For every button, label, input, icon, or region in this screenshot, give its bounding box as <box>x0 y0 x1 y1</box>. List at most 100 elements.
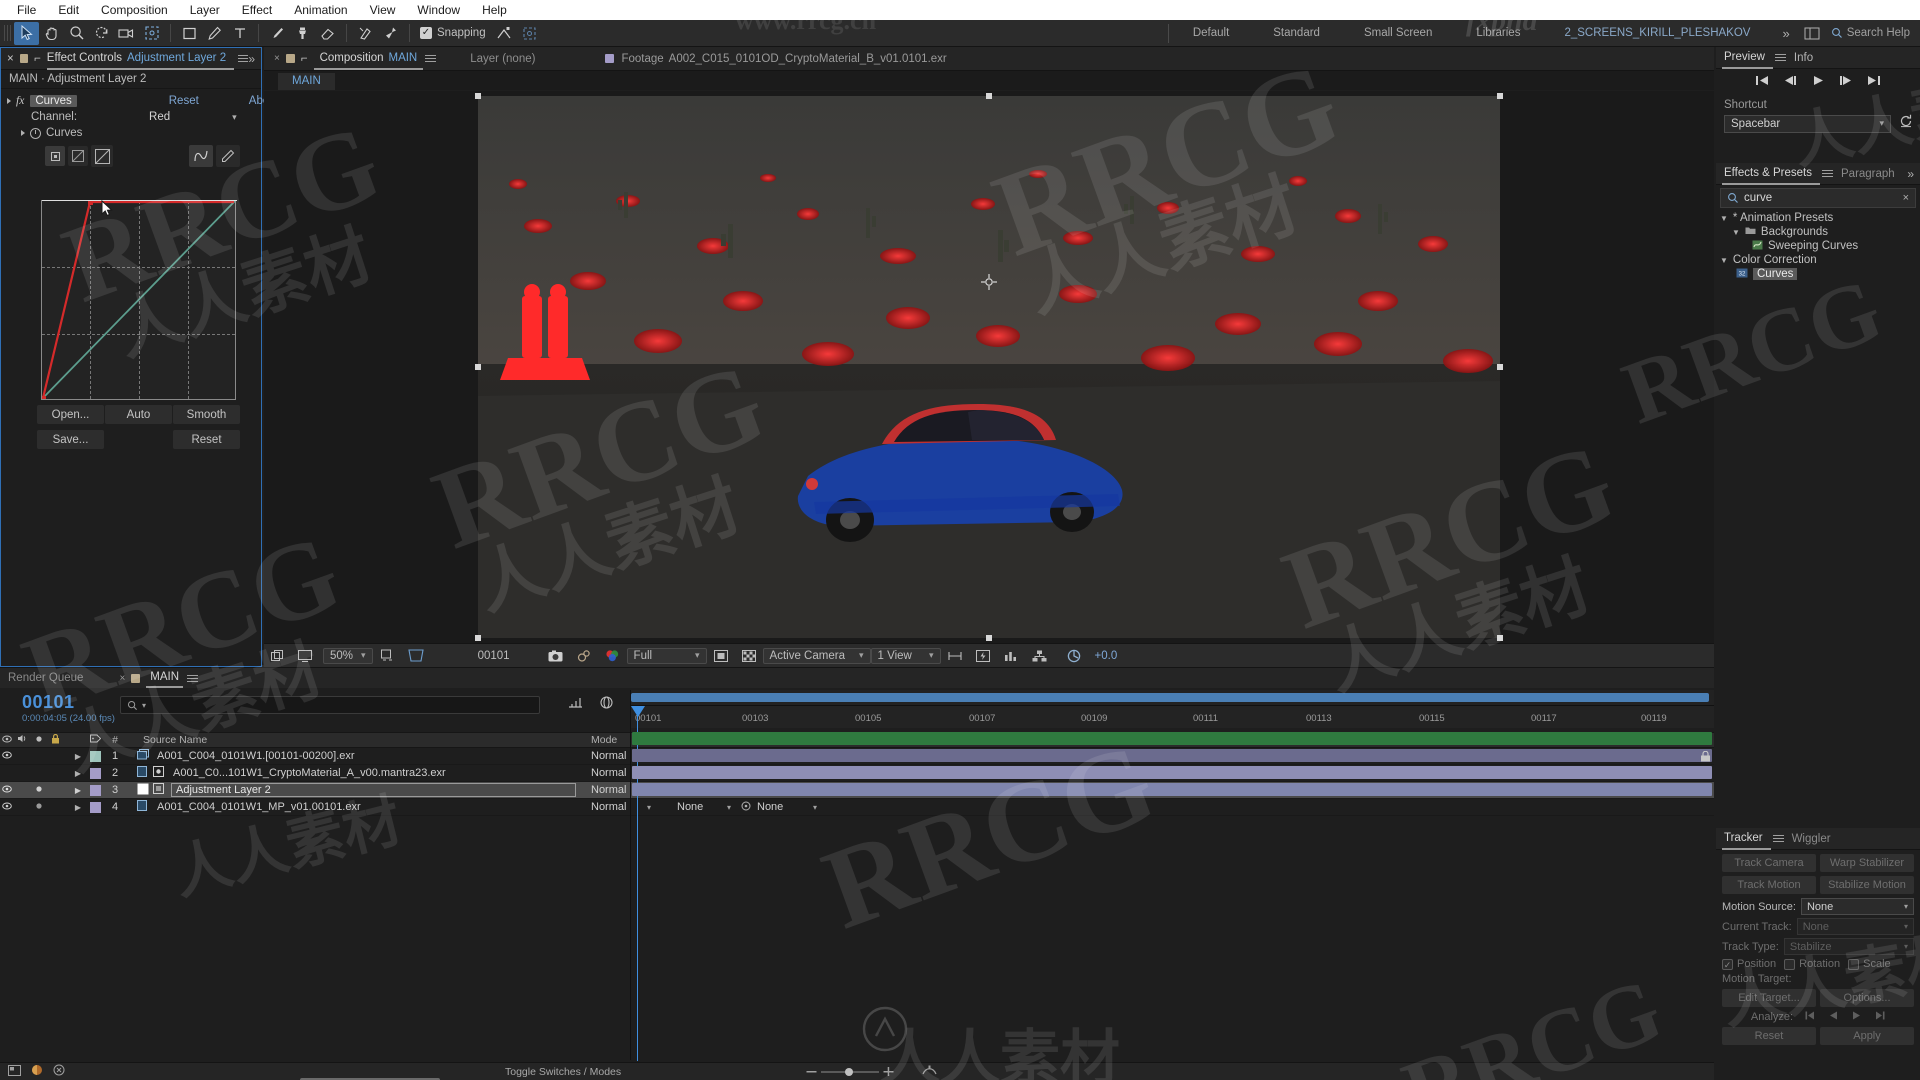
draft-3d-icon[interactable] <box>599 696 614 714</box>
timeline-search-input[interactable]: ▾ <box>120 696 540 714</box>
curves-save-button[interactable]: Save... <box>37 430 104 449</box>
layer-label-color[interactable] <box>85 784 105 796</box>
layer-visibility-toggle[interactable] <box>0 801 14 813</box>
curves-group-row[interactable]: Curves <box>1 125 261 141</box>
menu-item-layer[interactable]: Layer <box>179 0 231 20</box>
effect-controls-menu-icon[interactable] <box>238 53 249 64</box>
play-icon[interactable] <box>1811 73 1825 91</box>
tab-effects-presets[interactable]: Effects & Presets <box>1722 163 1820 185</box>
zoom-level-select[interactable]: 50% ▾ <box>323 647 373 664</box>
workspace-small-screen[interactable]: Small Screen <box>1342 20 1454 47</box>
pen-tool-icon[interactable] <box>202 22 227 45</box>
chevron-down-icon[interactable]: ▼ <box>1732 228 1740 237</box>
layer-name-input-wrap[interactable]: Adjustment Layer 2 <box>169 783 587 797</box>
tab-footage-label[interactable]: Footage <box>621 53 663 65</box>
toggle-switches-modes-button[interactable]: Toggle Switches / Modes <box>505 1066 621 1078</box>
warp-stabilizer-button[interactable]: Warp Stabilizer <box>1820 854 1914 872</box>
effects-presets-overflow-icon[interactable]: » <box>1907 167 1914 181</box>
curve-draw-tool-icon[interactable] <box>189 145 213 167</box>
layer-bar-3[interactable] <box>632 766 1712 779</box>
timeline-menu-icon[interactable] <box>187 673 199 684</box>
motion-source-select[interactable]: None ▾ <box>1800 898 1914 915</box>
edit-target-button[interactable]: Edit Target... <box>1722 989 1816 1007</box>
layer-solo-toggle[interactable] <box>31 784 47 796</box>
composition-canvas[interactable] <box>475 93 1503 641</box>
layer-parent-pickwhip[interactable] <box>739 801 753 814</box>
views-select[interactable]: 1 View ▾ <box>870 647 941 664</box>
preview-menu-icon[interactable] <box>1774 52 1786 63</box>
curves-reset-button[interactable]: Reset <box>173 430 240 449</box>
composition-menu-icon[interactable] <box>425 53 437 64</box>
stabilize-motion-button[interactable]: Stabilize Motion <box>1820 876 1914 894</box>
tab-info[interactable]: Info <box>1786 47 1821 69</box>
current-track-select[interactable]: None ▾ <box>1796 918 1914 935</box>
selection-handle-br[interactable] <box>1497 635 1503 641</box>
layer-label-color[interactable] <box>85 750 105 762</box>
viewer-tab-main[interactable]: MAIN <box>278 73 335 90</box>
lock-icon[interactable]: ⌐ <box>34 53 41 65</box>
table-row[interactable]: ▶ 4 A001_C004_0101W1_MP_v01.00101.exr No… <box>0 799 1714 816</box>
effect-name[interactable]: Curves <box>30 95 77 107</box>
playhead-marker[interactable] <box>631 706 645 717</box>
timeline-zoom-slider[interactable] <box>806 1067 894 1076</box>
layer-source-name[interactable]: A001_C004_0101W1.[00101-00200].exr <box>153 750 587 762</box>
clear-search-icon[interactable]: × <box>1903 192 1909 204</box>
new-composition-icon[interactable] <box>8 1064 21 1079</box>
composition-stage[interactable] <box>264 91 1714 643</box>
fast-preview-icon[interactable] <box>969 649 997 662</box>
channel-row[interactable]: Channel: Red ▾ <box>1 109 261 125</box>
stopwatch-icon[interactable] <box>30 127 41 139</box>
pixel-aspect-icon[interactable] <box>941 650 969 662</box>
delete-layer-icon[interactable] <box>53 1064 65 1079</box>
comp-lock-icon[interactable]: ⌐ <box>301 53 308 65</box>
exposure-reset-icon[interactable] <box>1060 649 1088 663</box>
roto-brush-tool-icon[interactable] <box>353 22 378 45</box>
fit-comp-icon[interactable] <box>373 649 401 662</box>
reset-shortcut-icon[interactable] <box>1899 114 1913 133</box>
selection-handle-bm[interactable] <box>986 635 992 641</box>
rotation-tool-icon[interactable] <box>89 22 114 45</box>
tab-preview[interactable]: Preview <box>1722 47 1773 69</box>
rotation-checkbox[interactable] <box>1784 958 1796 970</box>
search-help[interactable]: Search Help <box>1825 27 1920 39</box>
snapping-checkbox[interactable]: ✓ <box>420 27 432 39</box>
layer-bar-4[interactable] <box>632 783 1712 796</box>
tracker-apply-button[interactable]: Apply <box>1820 1027 1914 1045</box>
pan-behind-tool-icon[interactable] <box>139 22 164 45</box>
tab-composition[interactable]: Composition MAIN <box>313 48 424 70</box>
timeline-close-icon[interactable]: × <box>119 673 125 684</box>
menu-item-edit[interactable]: Edit <box>47 0 90 20</box>
panel-overflow-icon[interactable]: » <box>248 52 255 66</box>
comp-renderer-icon[interactable] <box>922 1065 937 1078</box>
layer-bar-2[interactable] <box>632 749 1712 762</box>
effect-header-row[interactable]: fx Curves Reset About <box>1 93 279 109</box>
tab-main-comp[interactable]: MAIN <box>146 668 184 688</box>
current-timecode[interactable]: 00101 <box>22 692 120 713</box>
snapping-grid-icon[interactable] <box>517 22 542 45</box>
tree-item-color-correction[interactable]: ▼ Color Correction <box>1716 253 1920 267</box>
curve-pencil-draw-icon[interactable] <box>216 145 240 167</box>
curves-disclosure-triangle-icon[interactable] <box>21 130 25 136</box>
tab-layer[interactable]: Layer (none) <box>470 53 535 65</box>
workspace-libraries[interactable]: Libraries <box>1454 20 1542 47</box>
timeline-ruler[interactable]: 00101 00103 00105 00107 00109 00111 0011… <box>631 706 1714 728</box>
track-motion-button[interactable]: Track Motion <box>1722 876 1816 894</box>
column-number-header[interactable]: # <box>105 734 125 746</box>
workspace-custom[interactable]: 2_SCREENS_KIRILL_PLESHAKOV <box>1542 20 1772 47</box>
menu-item-effect[interactable]: Effect <box>231 0 283 20</box>
layer-visibility-toggle[interactable] <box>0 784 14 796</box>
tab-effect-controls[interactable]: Effect Controls Adjustment Layer 2 <box>46 48 235 70</box>
selection-handle-bl[interactable] <box>475 635 481 641</box>
layer-expand-icon[interactable]: ▶ <box>63 752 85 761</box>
curves-graph[interactable] <box>41 200 237 400</box>
tab-render-queue[interactable]: Render Queue <box>8 672 83 684</box>
snapshot-icon[interactable] <box>541 650 570 662</box>
toggle-mask-icon[interactable] <box>707 649 735 662</box>
layer-trkmat-select[interactable]: None ▾ <box>677 801 739 813</box>
tab-paragraph[interactable]: Paragraph <box>1833 163 1903 185</box>
workspace-standard[interactable]: Standard <box>1251 20 1342 47</box>
curve-point-tool-icon[interactable] <box>45 146 65 166</box>
clone-stamp-tool-icon[interactable] <box>290 22 315 45</box>
selection-handle-mr[interactable] <box>1497 364 1503 370</box>
timeline-graph-icon[interactable] <box>997 650 1025 662</box>
